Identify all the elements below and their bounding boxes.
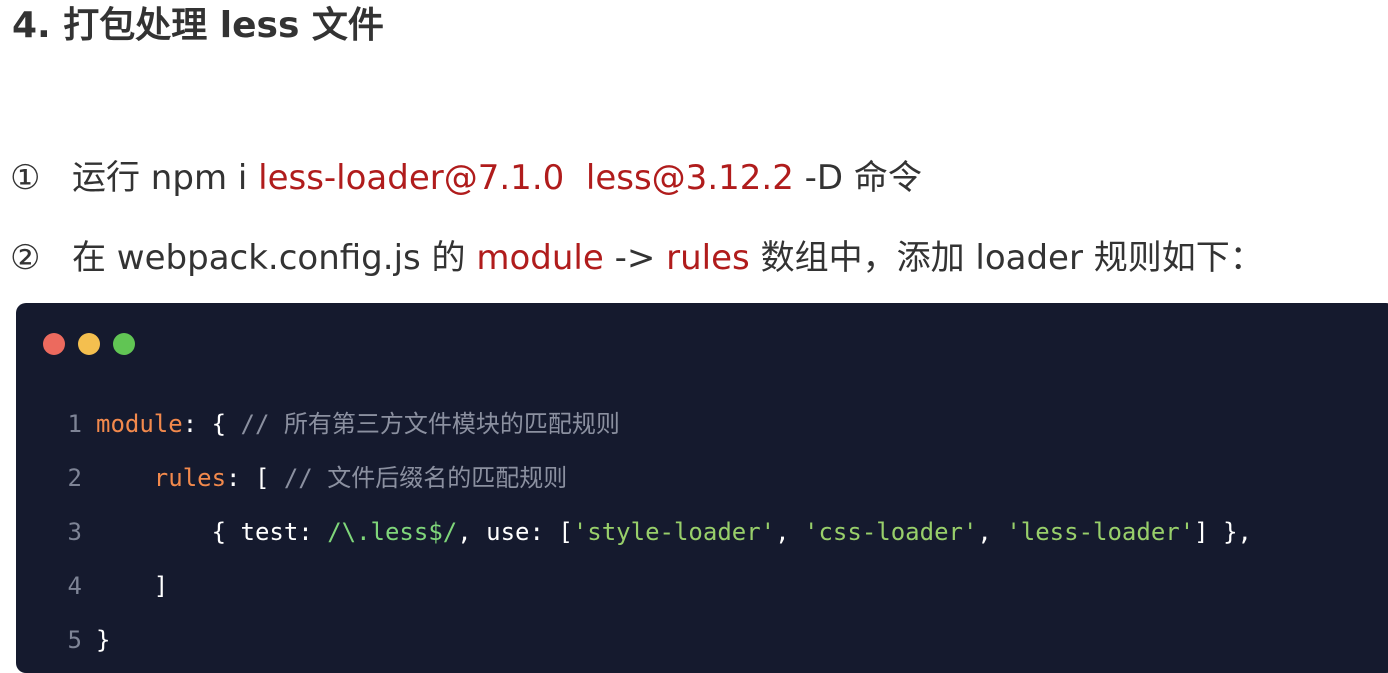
code-line: 3 { test: /\.less$/, use: ['style-loader… <box>16 505 1252 559</box>
step-2-rules-keyword: rules <box>666 238 750 278</box>
code-key: module <box>96 410 183 438</box>
code-line: 4 ] <box>16 559 1252 613</box>
code-block: 1 module: { // 所有第三方文件模块的匹配规则 2 rules: [ … <box>16 303 1388 673</box>
close-dot-icon <box>43 333 65 355</box>
step-2-text-pre: 在 webpack.config.js 的 <box>72 238 477 278</box>
step-2-arrow: -> <box>603 238 667 278</box>
minimize-dot-icon <box>78 333 100 355</box>
line-number: 2 <box>67 464 82 492</box>
step-1: ① 运行 npm i less-loader@7.1.0 less@3.12.2 … <box>10 156 922 200</box>
step-1-less-package: less@3.12.2 <box>585 158 794 198</box>
code-comment: // 文件后缀名的匹配规则 <box>283 464 568 492</box>
maximize-dot-icon <box>113 333 135 355</box>
window-controls <box>43 333 135 355</box>
code-line: 1 module: { // 所有第三方文件模块的匹配规则 <box>16 397 1252 451</box>
code-line: 2 rules: [ // 文件后缀名的匹配规则 <box>16 451 1252 505</box>
step-1-marker: ① <box>10 158 41 198</box>
step-2-module-keyword: module <box>476 238 604 278</box>
section-heading: 4. 打包处理 less 文件 <box>12 5 384 46</box>
code-string: 'less-loader' <box>1006 518 1195 546</box>
step-2-marker: ② <box>10 238 41 278</box>
step-1-less-loader-package: less-loader@7.1.0 <box>258 158 565 198</box>
code-key: rules <box>153 464 227 492</box>
line-number: 5 <box>67 626 82 654</box>
step-1-text-post: -D 命令 <box>793 158 922 198</box>
line-number: 3 <box>67 518 82 546</box>
code-string: 'style-loader' <box>572 518 776 546</box>
code-content: 1 module: { // 所有第三方文件模块的匹配规则 2 rules: [ … <box>16 397 1252 667</box>
code-line: 5} <box>16 613 1252 667</box>
step-2: ② 在 webpack.config.js 的 module -> rules 数… <box>10 236 1264 280</box>
line-number: 1 <box>67 410 82 438</box>
step-2-text-post: 数组中，添加 loader 规则如下： <box>749 238 1264 278</box>
code-string: 'css-loader' <box>804 518 978 546</box>
code-comment: // 所有第三方文件模块的匹配规则 <box>240 410 620 438</box>
step-1-text-pre: 运行 npm i <box>72 158 259 198</box>
line-number: 4 <box>67 572 82 600</box>
code-regex: /\.less$/ <box>327 518 458 546</box>
